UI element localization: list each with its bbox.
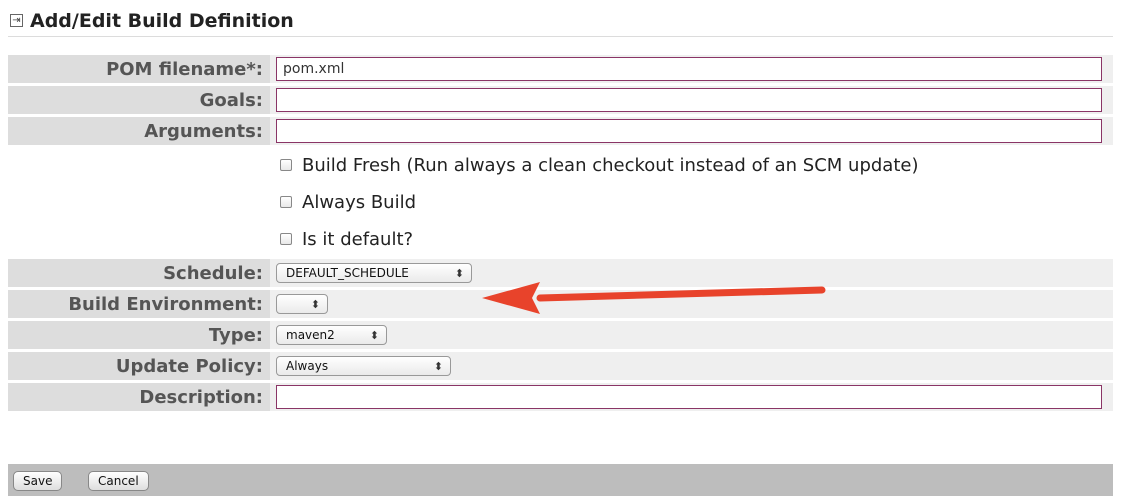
cancel-button[interactable]: Cancel [88, 471, 149, 491]
collapse-icon[interactable]: ⇥ [10, 14, 23, 27]
always-build-checkbox[interactable] [280, 196, 292, 208]
type-label: Type: [8, 321, 270, 349]
schedule-select[interactable]: DEFAULT_SCHEDULE ⬍ [276, 263, 472, 284]
type-value: maven2 [286, 328, 335, 343]
build-environment-label: Build Environment: [8, 290, 270, 318]
description-row: Description: [8, 383, 1113, 411]
pom-filename-input[interactable] [276, 57, 1102, 81]
build-definition-form: POM filename*: Goals: Arguments: Build F… [8, 52, 1113, 414]
is-default-label: Is it default? [302, 228, 414, 250]
checkbox-row: Always Build [8, 185, 1113, 219]
always-build-label: Always Build [302, 191, 417, 213]
type-row: Type: maven2 ⬍ [8, 321, 1113, 349]
description-input[interactable] [276, 385, 1102, 409]
schedule-label: Schedule: [8, 259, 270, 287]
select-arrows-icon: ⬍ [454, 266, 464, 280]
arguments-input[interactable] [276, 119, 1102, 143]
save-button[interactable]: Save [13, 471, 63, 491]
goals-input[interactable] [276, 88, 1102, 112]
goals-row: Goals: [8, 86, 1113, 114]
checkbox-row: Build Fresh (Run always a clean checkout… [8, 148, 1113, 182]
schedule-value: DEFAULT_SCHEDULE [286, 266, 409, 281]
description-label: Description: [8, 383, 270, 411]
update-policy-label: Update Policy: [8, 352, 270, 380]
pom-row: POM filename*: [8, 55, 1113, 83]
select-arrows-icon: ⬍ [369, 328, 379, 342]
update-policy-select[interactable]: Always ⬍ [276, 356, 451, 377]
build-fresh-checkbox[interactable] [280, 159, 292, 171]
build-fresh-label: Build Fresh (Run always a clean checkout… [302, 154, 919, 176]
update-policy-value: Always [286, 359, 329, 374]
build-environment-select[interactable]: ⬍ [276, 294, 328, 315]
select-arrows-icon: ⬍ [310, 297, 320, 311]
build-environment-row: Build Environment: ⬍ [8, 290, 1113, 318]
schedule-row: Schedule: DEFAULT_SCHEDULE ⬍ [8, 259, 1113, 287]
arguments-row: Arguments: [8, 117, 1113, 145]
page-title: Add/Edit Build Definition [30, 10, 294, 32]
pom-label: POM filename*: [8, 55, 270, 83]
checkbox-row: Is it default? [8, 222, 1113, 256]
select-arrows-icon: ⬍ [433, 359, 443, 373]
type-select[interactable]: maven2 ⬍ [276, 325, 387, 346]
goals-label: Goals: [8, 86, 270, 114]
update-policy-row: Update Policy: Always ⬍ [8, 352, 1113, 380]
is-default-checkbox[interactable] [280, 233, 292, 245]
form-footer: Save Cancel [8, 464, 1113, 496]
always-build-option[interactable]: Always Build [276, 192, 1113, 213]
is-default-option[interactable]: Is it default? [276, 229, 1113, 250]
section-header: ⇥ Add/Edit Build Definition [8, 8, 1113, 37]
build-fresh-option[interactable]: Build Fresh (Run always a clean checkout… [276, 155, 1113, 176]
arguments-label: Arguments: [8, 117, 270, 145]
